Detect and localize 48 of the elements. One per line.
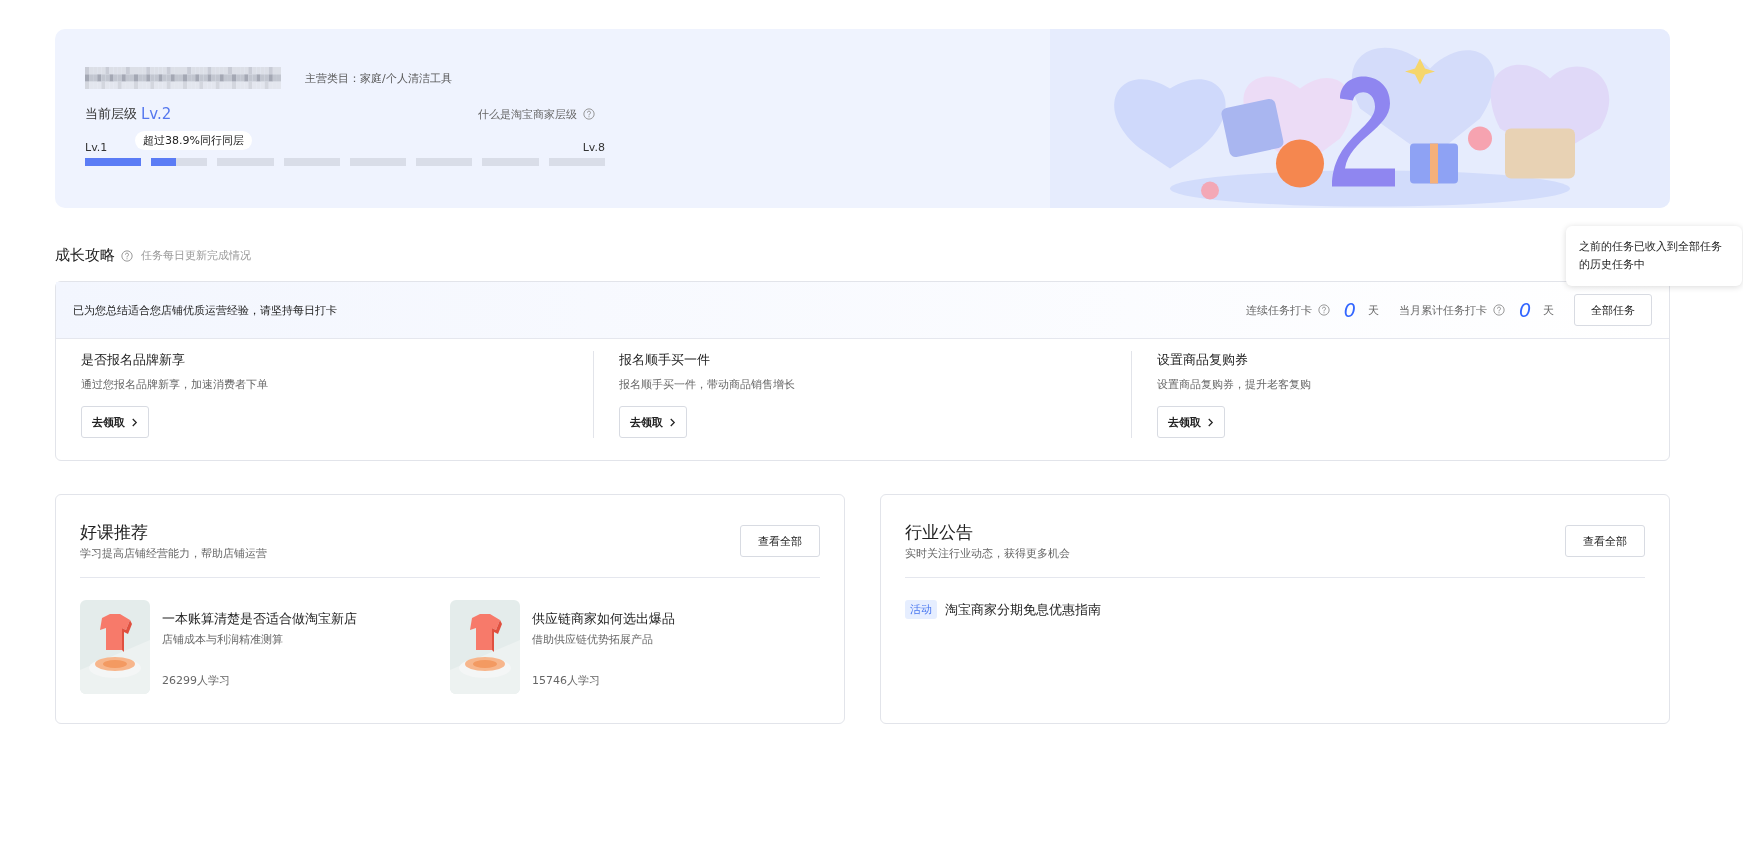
claim-button[interactable]: 去领取 — [619, 406, 687, 438]
panel-title: 好课推荐 — [80, 521, 149, 544]
task-title: 报名顺手买一件 — [619, 351, 711, 369]
progress-tooltip: 超过38.9%同行同层 — [135, 131, 252, 150]
all-tasks-button[interactable]: 全部任务 — [1574, 294, 1652, 326]
chevron-right-icon — [131, 417, 138, 427]
banner-text: 已为您总结适合您店铺优质运营经验，请坚持每日打卡 — [73, 302, 337, 318]
min-level-label: Lv.1 — [85, 141, 108, 154]
task-description: 通过您报名品牌新享，加速消费者下单 — [81, 377, 269, 392]
course-title[interactable]: 一本账算清楚是否适合做淘宝新店 — [162, 610, 357, 628]
course-description: 店铺成本与利润精准测算 — [162, 632, 284, 647]
task-description: 报名顺手买一件，带动商品销售增长 — [619, 377, 796, 392]
level-help-link[interactable]: 什么是淘宝商家层级 — [478, 106, 577, 122]
view-all-button[interactable]: 查看全部 — [1565, 525, 1645, 557]
task-title: 是否报名品牌新享 — [81, 351, 186, 369]
help-icon[interactable] — [583, 108, 595, 120]
learner-count: 15746人学习 — [532, 673, 601, 688]
notice-title[interactable]: 淘宝商家分期免息优惠指南 — [945, 600, 1101, 619]
panel-subtitle: 学习提高店铺经营能力，帮助店铺运营 — [80, 546, 267, 561]
day-unit: 天 — [1543, 302, 1554, 318]
chevron-right-icon — [669, 417, 676, 427]
day-unit: 天 — [1367, 302, 1379, 318]
level-label: 当前层级 — [85, 105, 137, 123]
help-icon[interactable] — [121, 249, 133, 262]
tooltip: 之前的任务已收入到全部任务的历史任务中 — [1566, 226, 1742, 286]
course-description: 借助供应链优势拓展产品 — [532, 632, 654, 647]
course-title[interactable]: 供应链商家如何选出爆品 — [532, 610, 675, 628]
panel-subtitle: 实时关注行业动态，获得更多机会 — [905, 546, 1070, 561]
claim-button[interactable]: 去领取 — [81, 406, 149, 438]
task-description: 设置商品复购券，提升老客复购 — [1157, 377, 1312, 392]
learner-count: 26299人学习 — [162, 673, 231, 688]
help-icon[interactable] — [1492, 304, 1505, 316]
chevron-right-icon — [1207, 417, 1214, 427]
month-count: 0 — [1518, 299, 1531, 321]
panel-title: 行业公告 — [905, 521, 974, 544]
max-level-label: Lv.8 — [582, 141, 605, 154]
streak-count: 0 — [1343, 299, 1356, 321]
month-label: 当月累计任务打卡 — [1398, 302, 1487, 318]
section-title: 成长攻略 — [55, 246, 115, 265]
help-icon[interactable] — [1317, 304, 1330, 316]
streak-label: 连续任务打卡 — [1245, 302, 1312, 318]
section-subtitle: 任务每日更新完成情况 — [141, 248, 251, 263]
claim-button[interactable]: 去领取 — [1157, 406, 1225, 438]
view-all-button[interactable]: 查看全部 — [740, 525, 820, 557]
notice-tag: 活动 — [905, 600, 937, 619]
task-title: 设置商品复购券 — [1157, 351, 1249, 369]
category-text: 主营类目：家庭/个人清洁工具 — [305, 70, 452, 86]
level-value: Lv.2 — [141, 105, 172, 123]
